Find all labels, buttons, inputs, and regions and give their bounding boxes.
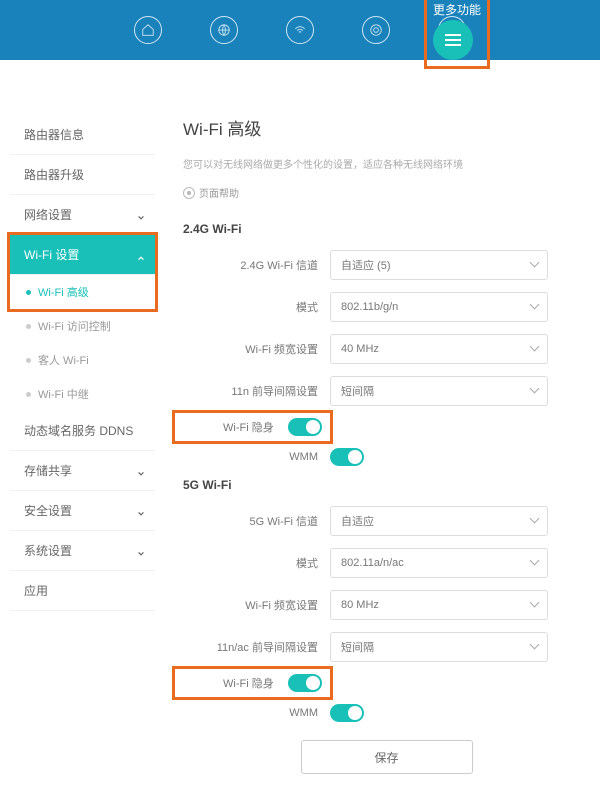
label-24g-hide: Wi-Fi 隐身 [183, 419, 288, 435]
wifi-settings-highlight: Wi-Fi 设置 Wi-Fi 高级 [7, 232, 158, 312]
sidebar: 路由器信息 路由器升级 网络设置 Wi-Fi 设置 Wi-Fi 高级 Wi-Fi… [10, 115, 155, 804]
select-24g-mode[interactable]: 802.11b/g/n [330, 292, 548, 322]
select-24g-bandwidth[interactable]: 40 MHz [330, 334, 548, 364]
sidebar-sub-wifi-access[interactable]: Wi-Fi 访问控制 [10, 309, 155, 343]
label-5g-hide: Wi-Fi 隐身 [183, 675, 288, 691]
label-5g-wmm: WMM [183, 707, 330, 719]
toggle-24g-hide[interactable] [288, 418, 322, 436]
sidebar-item-security[interactable]: 安全设置 [10, 491, 155, 531]
sidebar-item-router-info[interactable]: 路由器信息 [10, 115, 155, 155]
chevron-down-icon [137, 211, 145, 219]
page-help-link[interactable]: 页面帮助 [183, 185, 590, 200]
select-24g-guard[interactable]: 短间隔 [330, 376, 548, 406]
main-content: Wi-Fi 高级 您可以对无线网络做更多个性化的设置，适应各种无线网络环境 页面… [155, 115, 590, 804]
chevron-down-icon [137, 467, 145, 475]
more-highlight: 更多功能 [424, 0, 490, 69]
sidebar-item-storage[interactable]: 存储共享 [10, 451, 155, 491]
wifi-icon[interactable] [286, 16, 314, 44]
top-nav: 更多功能 [0, 0, 600, 60]
section-5g-title: 5G Wi-Fi [183, 478, 590, 492]
label-5g-guard: 11n/ac 前导间隔设置 [183, 639, 330, 655]
sidebar-item-system[interactable]: 系统设置 [10, 531, 155, 571]
more-menu-button[interactable] [433, 20, 473, 60]
select-24g-channel[interactable]: 自适应 (5) [330, 250, 548, 280]
label-5g-bw: Wi-Fi 频宽设置 [183, 597, 330, 613]
more-label: 更多功能 [433, 1, 481, 18]
sidebar-sub-wifi-advanced[interactable]: Wi-Fi 高级 [10, 275, 155, 309]
label-5g-channel: 5G Wi-Fi 信道 [183, 513, 330, 529]
save-button[interactable]: 保存 [301, 740, 473, 774]
sidebar-item-network[interactable]: 网络设置 [10, 195, 155, 235]
hide-5g-highlight: Wi-Fi 隐身 [172, 666, 333, 700]
label-24g-guard: 11n 前导间隔设置 [183, 383, 330, 399]
select-5g-guard[interactable]: 短间隔 [330, 632, 548, 662]
hide-24g-highlight: Wi-Fi 隐身 [172, 410, 333, 444]
sidebar-item-ddns[interactable]: 动态域名服务 DDNS [10, 411, 155, 451]
network-icon[interactable] [362, 16, 390, 44]
select-5g-bandwidth[interactable]: 80 MHz [330, 590, 548, 620]
select-5g-mode[interactable]: 802.11a/n/ac [330, 548, 548, 578]
chevron-down-icon [137, 547, 145, 555]
label-24g-bw: Wi-Fi 频宽设置 [183, 341, 330, 357]
chevron-down-icon [137, 507, 145, 515]
toggle-24g-wmm[interactable] [330, 448, 364, 466]
sidebar-sub-wifi-repeater[interactable]: Wi-Fi 中继 [10, 377, 155, 411]
home-icon[interactable] [134, 16, 162, 44]
page-description: 您可以对无线网络做更多个性化的设置，适应各种无线网络环境 [183, 156, 590, 171]
chevron-up-icon [137, 251, 145, 259]
sidebar-sub-guest-wifi[interactable]: 客人 Wi-Fi [10, 343, 155, 377]
toggle-5g-hide[interactable] [288, 674, 322, 692]
globe-icon[interactable] [210, 16, 238, 44]
select-5g-channel[interactable]: 自适应 [330, 506, 548, 536]
section-24g-title: 2.4G Wi-Fi [183, 222, 590, 236]
toggle-5g-wmm[interactable] [330, 704, 364, 722]
sidebar-item-wifi[interactable]: Wi-Fi 设置 [10, 235, 155, 275]
label-24g-mode: 模式 [183, 299, 330, 315]
page-title: Wi-Fi 高级 [183, 115, 590, 140]
label-5g-mode: 模式 [183, 555, 330, 571]
label-24g-wmm: WMM [183, 451, 330, 463]
sidebar-item-router-upgrade[interactable]: 路由器升级 [10, 155, 155, 195]
label-24g-channel: 2.4G Wi-Fi 信道 [183, 257, 330, 273]
sidebar-item-apps[interactable]: 应用 [10, 571, 155, 611]
